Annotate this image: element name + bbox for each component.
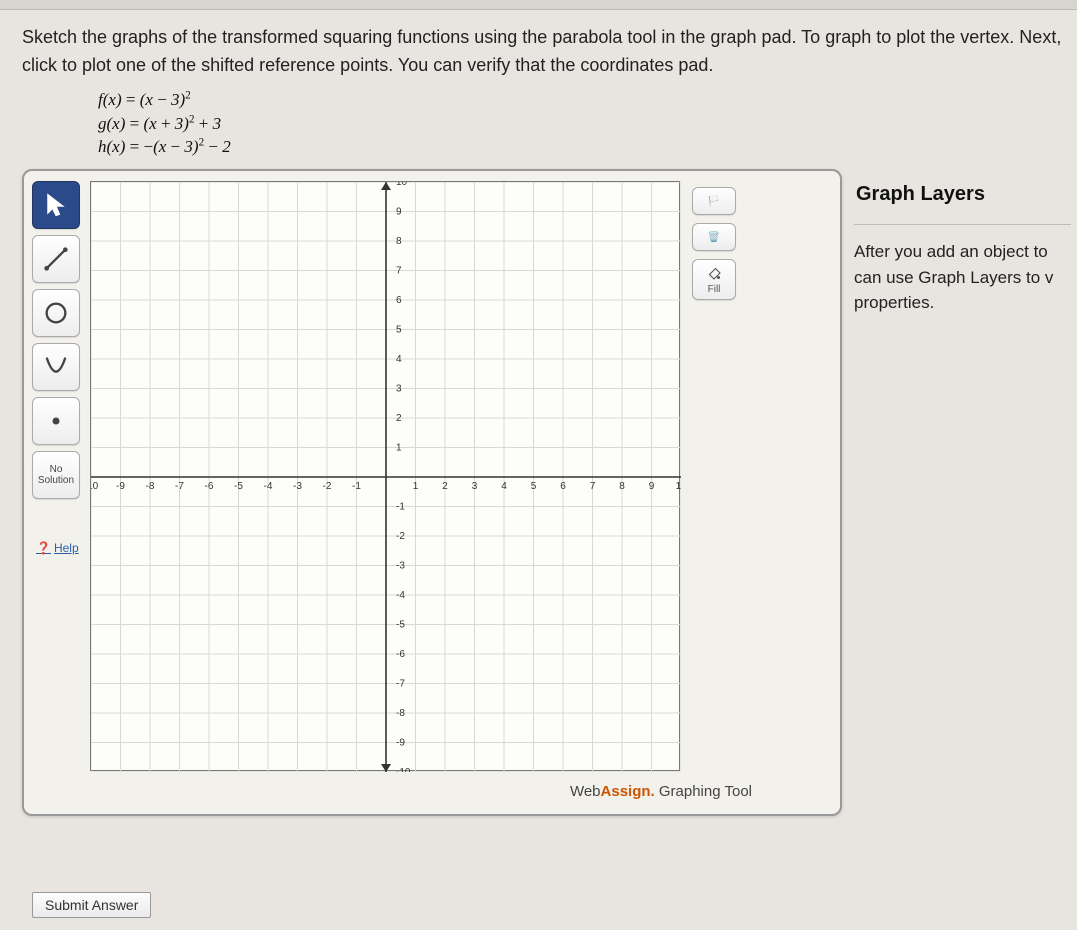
fill-button-label: Fill [708, 284, 721, 295]
svg-text:-6: -6 [396, 649, 405, 660]
svg-text:-3: -3 [396, 561, 405, 572]
svg-text:5: 5 [531, 481, 537, 492]
svg-text:1: 1 [396, 443, 402, 454]
circle-tool[interactable] [32, 289, 80, 337]
trash-icon: 🗑️ [704, 228, 724, 246]
flag-icon: 🏳️ [704, 192, 724, 210]
line-tool[interactable] [32, 235, 80, 283]
tool-palette: No Solution ❓ Help [32, 181, 90, 771]
svg-text:-7: -7 [175, 481, 184, 492]
svg-text:-7: -7 [396, 679, 405, 690]
fill-icon [704, 264, 724, 282]
formula-block: f(x) = (x − 3)2 g(x) = (x + 3)2 + 3 h(x)… [98, 88, 1071, 159]
svg-text:-5: -5 [396, 620, 405, 631]
svg-text:-6: -6 [205, 481, 214, 492]
svg-text:-5: -5 [234, 481, 243, 492]
fill-button[interactable]: Fill [692, 259, 736, 300]
help-icon: ❓ [36, 541, 51, 555]
svg-text:4: 4 [396, 354, 402, 365]
instruction-text: Sketch the graphs of the transformed squ… [22, 24, 1071, 80]
svg-text:-4: -4 [396, 590, 405, 601]
svg-text:-9: -9 [116, 481, 125, 492]
svg-text:-10: -10 [396, 767, 411, 772]
no-solution-button[interactable]: No Solution [32, 451, 80, 499]
graph-pad: No Solution ❓ Help -10-9-8-7-6-5-4-3-2-1… [22, 169, 842, 816]
action-button-2[interactable]: 🗑️ [692, 223, 736, 251]
svg-text:-4: -4 [264, 481, 273, 492]
brand-footer: WebAssign. Graphing Tool [32, 771, 832, 806]
svg-text:7: 7 [590, 481, 596, 492]
svg-text:3: 3 [472, 481, 478, 492]
svg-text:-1: -1 [396, 502, 405, 513]
svg-text:10: 10 [675, 481, 681, 492]
formula-h: h(x) = −(x − 3)2 − 2 [98, 135, 1071, 159]
formula-g: g(x) = (x + 3)2 + 3 [98, 112, 1071, 136]
svg-text:-2: -2 [323, 481, 332, 492]
svg-text:9: 9 [649, 481, 655, 492]
svg-text:-2: -2 [396, 531, 405, 542]
svg-text:-9: -9 [396, 738, 405, 749]
svg-text:1: 1 [413, 481, 419, 492]
pointer-tool[interactable] [32, 181, 80, 229]
svg-text:2: 2 [396, 413, 402, 424]
svg-text:5: 5 [396, 325, 402, 336]
submit-button[interactable]: Submit Answer [32, 892, 151, 918]
svg-text:9: 9 [396, 207, 402, 218]
svg-text:8: 8 [396, 236, 402, 247]
svg-text:8: 8 [619, 481, 625, 492]
layers-panel: Graph Layers After you add an object to … [854, 169, 1071, 316]
point-tool[interactable] [32, 397, 80, 445]
layers-title: Graph Layers [856, 183, 1071, 206]
layers-body: After you add an object to can use Graph… [854, 224, 1071, 316]
svg-text:4: 4 [501, 481, 507, 492]
formula-f: f(x) = (x − 3)2 [98, 88, 1071, 112]
parabola-tool[interactable] [32, 343, 80, 391]
svg-text:6: 6 [396, 295, 402, 306]
svg-text:2: 2 [442, 481, 448, 492]
svg-text:-3: -3 [293, 481, 302, 492]
svg-text:3: 3 [396, 384, 402, 395]
svg-text:-8: -8 [396, 708, 405, 719]
graph-canvas[interactable]: -10 -9 -8 -7 -6 -5 -4 -3 -2 -1 1 2 3 4 5 6 7 8 9 10 -10 -9 -8 -… [90, 181, 680, 771]
help-link-label: Help [54, 541, 79, 555]
svg-text:10: 10 [396, 182, 408, 188]
svg-text:-10: -10 [91, 481, 99, 492]
svg-text:7: 7 [396, 266, 402, 277]
svg-text:6: 6 [560, 481, 566, 492]
svg-text:-8: -8 [146, 481, 155, 492]
action-button-1[interactable]: 🏳️ [692, 187, 736, 215]
right-toolbar: 🏳️ 🗑️ Fill [680, 181, 736, 771]
help-link[interactable]: ❓ Help [36, 541, 86, 555]
svg-text:-1: -1 [352, 481, 361, 492]
